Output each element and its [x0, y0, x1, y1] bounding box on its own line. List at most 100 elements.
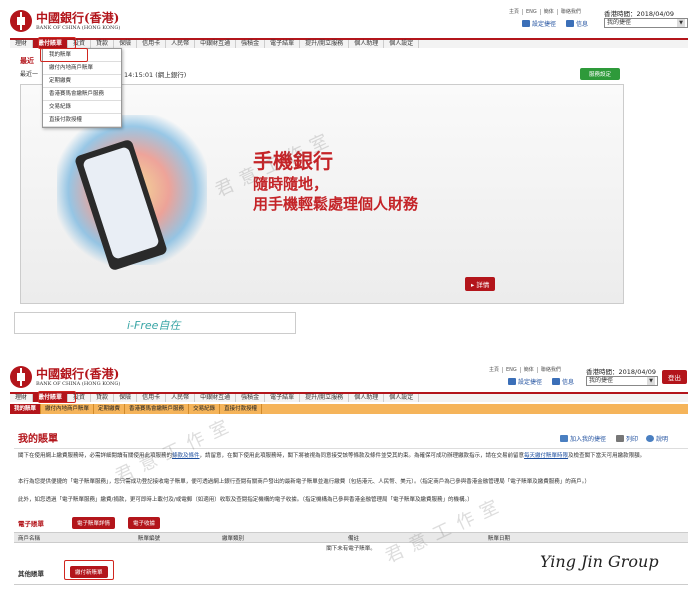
ebill-details-button[interactable]: 電子賬單詳情: [72, 517, 116, 529]
subnav-transaction-record[interactable]: 交易紀錄: [189, 404, 221, 414]
other-bills-label: 其他賬單: [18, 570, 44, 578]
nav-item-estatement[interactable]: 電子結單: [265, 40, 301, 48]
print-link[interactable]: 列印: [616, 434, 638, 443]
column-header-merchant: 商戶名稱: [18, 535, 41, 542]
bank-logo[interactable]: 中國銀行(香港) BANK OF CHINA (HONG KONG): [10, 10, 120, 32]
nav-item-loans[interactable]: 貸款: [91, 394, 115, 402]
mail-icon: [552, 378, 560, 385]
highlight-box-nav-2: [38, 391, 76, 403]
dropdown-item-scheduled[interactable]: 定期繳費: [43, 75, 121, 88]
shortcut-select-2[interactable]: 我的捷徑 ▼: [586, 376, 658, 386]
nav-item-mpf[interactable]: 強積金: [236, 40, 266, 48]
nav-item-rmb[interactable]: 人民幣: [166, 40, 196, 48]
help-link[interactable]: 說明: [646, 434, 668, 443]
banner-subtitle-2: 用手機輕鬆處理個人財務: [253, 195, 419, 213]
nav-item-boc-connect[interactable]: 中銀財互通: [195, 394, 237, 402]
top-links: 主頁 ENG 簡体 聯絡我們: [506, 8, 584, 15]
nav-item-wealth[interactable]: 理財: [10, 40, 34, 48]
top-link-contact[interactable]: 聯絡我們: [538, 367, 564, 373]
top-link-contact[interactable]: 聯絡我們: [558, 9, 584, 15]
highlight-box-nav: [38, 37, 76, 49]
nav-item-credit-card[interactable]: 信用卡: [137, 394, 167, 402]
chevron-down-icon: ▼: [677, 19, 685, 27]
page-title: 我的賬單: [18, 434, 58, 445]
top-link-home[interactable]: 主頁: [506, 9, 524, 15]
print-label: 列印: [626, 436, 639, 443]
shortcut-select[interactable]: 我的捷徑 ▼: [604, 18, 688, 28]
last-login-label: 最近一: [20, 71, 39, 78]
ereceipt-paragraph: 此外，如您透過「電子賬單服務」繳費/捐款，更可即時上載付及/或電郵（如適用）收取…: [18, 497, 473, 503]
intro-text-c: 及檢查閣下當天可用繳款限額。: [568, 453, 646, 459]
top-link-simplified[interactable]: 簡体: [520, 367, 538, 373]
nav-item-loans[interactable]: 貸款: [91, 40, 115, 48]
add-shortcut-link[interactable]: 加入我的捷徑: [560, 434, 606, 443]
bottom-divider: [14, 584, 688, 585]
nav-item-personal-settings[interactable]: 個人設定: [384, 394, 420, 402]
logout-button[interactable]: 登出: [662, 370, 687, 384]
mail-link-label: 信息: [576, 21, 589, 28]
top-link-eng[interactable]: ENG: [503, 367, 521, 373]
dropdown-item-mainland-bills[interactable]: 繳付內地商戶賬單: [43, 62, 121, 75]
settings-shortcut-link-2[interactable]: 設定捷徑: [508, 377, 542, 386]
logo-name-cn: 中國銀行(香港): [36, 10, 120, 25]
highlight-box: [40, 48, 88, 62]
ifree-label: i-Free自在: [127, 319, 181, 332]
top-links-2: 主頁 ENG 簡体 聯絡我們: [486, 366, 564, 373]
subnav-jockey-club[interactable]: 香港賽馬會繳賬戶服務: [125, 404, 190, 414]
top-link-simplified[interactable]: 簡体: [540, 9, 558, 15]
ereceipt-button[interactable]: 電子收據: [128, 517, 161, 529]
help-icon: [646, 435, 654, 442]
add-shortcut-label: 加入我的捷徑: [570, 436, 607, 443]
dropdown-item-direct-debit[interactable]: 直接付款授權: [43, 114, 121, 127]
nav-item-credit-card[interactable]: 信用卡: [137, 40, 167, 48]
nav-item-insurance[interactable]: 保險: [114, 40, 138, 48]
mail-icon: [566, 20, 574, 27]
settings-link-label: 設定捷徑: [532, 21, 557, 28]
nav-item-personal-assistant[interactable]: 個人助理: [349, 40, 385, 48]
nav-item-insurance[interactable]: 保險: [114, 394, 138, 402]
logo-name-en: BANK OF CHINA (HONG KONG): [36, 24, 121, 31]
top-link-eng[interactable]: ENG: [523, 9, 541, 15]
mail-link-label-2: 信息: [562, 379, 575, 386]
nav-item-personal-settings[interactable]: 個人設定: [384, 40, 420, 48]
page-head: 最近: [20, 57, 34, 65]
cutoff-time-link[interactable]: 每天繳付賬單時限: [524, 453, 568, 459]
add-shortcut-icon: [560, 435, 568, 442]
nav-item-upgrade[interactable]: 提升/開立服務: [300, 394, 350, 402]
mail-link[interactable]: 信息: [566, 19, 588, 28]
nav-item-boc-connect[interactable]: 中銀財互通: [195, 40, 237, 48]
column-header-bill-type: 繳單類別: [222, 535, 245, 542]
help-label: 說明: [656, 436, 669, 443]
dropdown-item-jockey-club[interactable]: 香港賽馬會繳賬戶服務: [43, 88, 121, 101]
bank-logo-2[interactable]: 中國銀行(香港) BANK OF CHINA (HONG KONG): [10, 366, 120, 388]
mail-link-2[interactable]: 信息: [552, 377, 574, 386]
banner-detail-button[interactable]: ▸ 詳情: [465, 277, 496, 291]
intro-paragraph: 閣下在使用網上繳費服務時，必需詳細閱讀有關使用此項服務的條款及條件，請留意，在閣…: [18, 452, 684, 460]
top-link-home[interactable]: 主頁: [486, 367, 504, 373]
ifree-banner[interactable]: i-Free自在: [14, 312, 296, 334]
service-settings-button[interactable]: 服務設定: [580, 68, 620, 80]
chevron-down-icon: ▼: [647, 377, 655, 385]
nav-item-estatement[interactable]: 電子結單: [265, 394, 301, 402]
boc-logo-icon: [10, 366, 32, 388]
nav-item-wealth[interactable]: 理財: [10, 394, 34, 402]
nav-item-mpf[interactable]: 強積金: [236, 394, 266, 402]
shortcut-select-value: 我的捷徑: [607, 19, 632, 26]
nav-item-upgrade[interactable]: 提升/開立服務: [300, 40, 350, 48]
ebill-table-header: 商戶名稱 賬單編號 繳單類別 備註 賬單日期: [14, 532, 688, 543]
divider: [14, 448, 688, 449]
subnav-my-bills[interactable]: 我的賬單: [10, 404, 42, 414]
subnav-mainland-bills[interactable]: 繳付內地商戶賬單: [41, 404, 95, 414]
subnav-scheduled[interactable]: 定期繳費: [94, 404, 126, 414]
screenshot-panel-2: 中國銀行(香港) BANK OF CHINA (HONG KONG) 主頁 ENG…: [0, 356, 698, 596]
nav-item-rmb[interactable]: 人民幣: [166, 394, 196, 402]
main-nav-2: 理財 繳付賬單 投資 貸款 保險 信用卡 人民幣 中銀財互通 強積金 電子結單 …: [10, 392, 688, 402]
nav-item-personal-assistant[interactable]: 個人助理: [349, 394, 385, 402]
hk-time: 香港時間：2018/04/09: [604, 10, 674, 18]
boc-logo-icon: [10, 10, 32, 32]
watermark-2: 君意工作室: [112, 413, 239, 488]
dropdown-item-transaction-record[interactable]: 交易紀錄: [43, 101, 121, 114]
detail-button-label: 詳情: [476, 281, 490, 289]
settings-shortcut-link[interactable]: 設定捷徑: [522, 19, 556, 28]
logo-name-cn-2: 中國銀行(香港): [36, 366, 120, 381]
